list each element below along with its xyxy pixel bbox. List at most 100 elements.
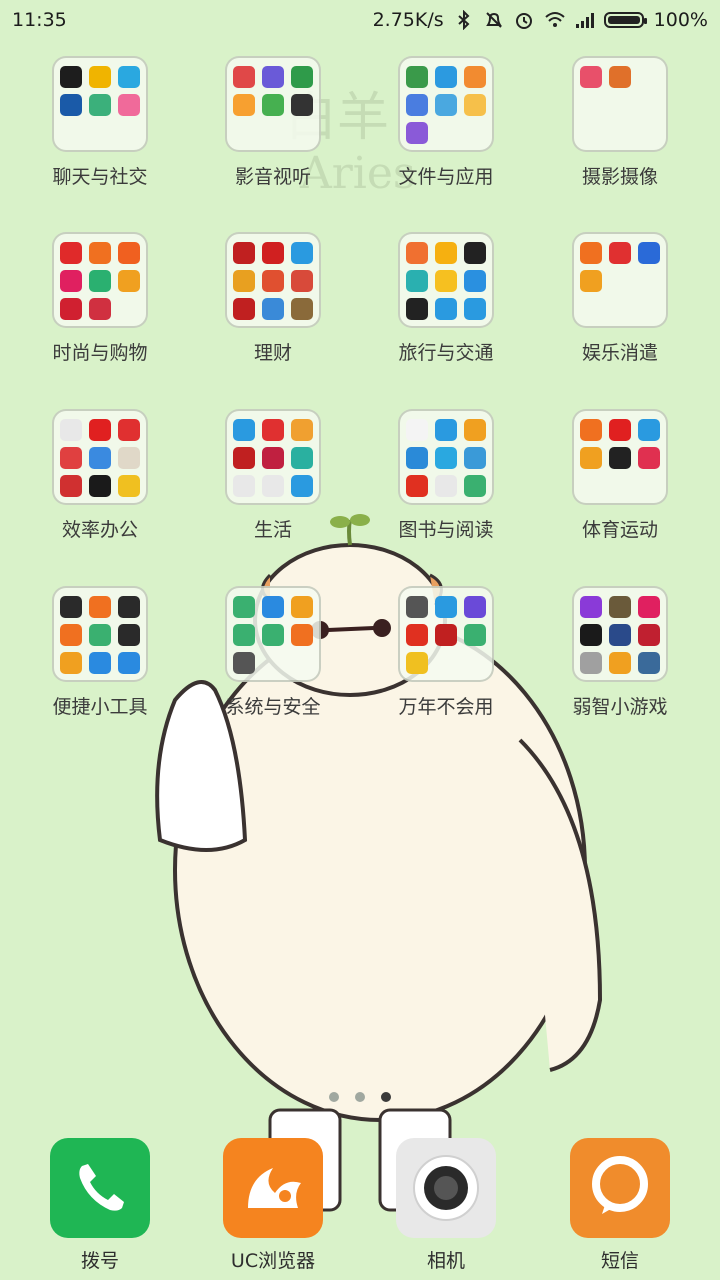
mini-app-icon [60, 298, 82, 320]
folder-preview[interactable] [398, 409, 494, 505]
mini-app-icon [464, 242, 486, 264]
mini-app-icon [89, 624, 111, 646]
folder-preview[interactable] [225, 56, 321, 152]
mini-app-icon [262, 447, 284, 469]
folder-11[interactable]: 体育运动 [533, 409, 707, 559]
folder-4[interactable]: 时尚与购物 [13, 232, 187, 382]
folder-label: 生活 [253, 519, 292, 541]
mini-app-icon [638, 447, 660, 469]
mini-app-icon [435, 447, 457, 469]
mini-app-icon [580, 242, 602, 264]
mini-app-icon [291, 596, 313, 618]
mini-app-icon [60, 624, 82, 646]
mini-app-icon [464, 419, 486, 441]
mini-app-icon [262, 270, 284, 292]
folder-preview[interactable] [572, 409, 668, 505]
mini-app-icon [406, 419, 428, 441]
mini-app-icon [435, 596, 457, 618]
folder-label: 旅行与交通 [398, 342, 494, 364]
folder-label: 理财 [253, 342, 292, 364]
mini-app-icon [60, 652, 82, 674]
dock-uc-browser[interactable]: UC浏览器 [186, 1138, 360, 1273]
mini-app-icon [233, 270, 255, 292]
folder-label: 弱智小游戏 [572, 696, 668, 718]
folder-label: 文件与应用 [398, 166, 494, 188]
mini-app-icon [89, 298, 111, 320]
mini-app-icon [118, 447, 140, 469]
mini-app-icon [406, 242, 428, 264]
battery-icon [603, 12, 647, 28]
folder-preview[interactable] [225, 586, 321, 682]
folder-label: 聊天与社交 [52, 166, 148, 188]
mini-app-icon [435, 298, 457, 320]
dock-camera[interactable]: 相机 [359, 1138, 533, 1273]
folder-9[interactable]: 生活 [186, 409, 360, 559]
mini-app-icon [60, 475, 82, 497]
mini-app-icon [89, 596, 111, 618]
mini-app-icon [89, 419, 111, 441]
mini-app-icon [118, 66, 140, 88]
bluetooth-icon [454, 9, 474, 31]
folder-7[interactable]: 娱乐消遣 [533, 232, 707, 382]
mini-app-icon [233, 419, 255, 441]
folder-preview[interactable] [225, 409, 321, 505]
folder-14[interactable]: 万年不会用 [359, 586, 533, 736]
mini-app-icon [262, 475, 284, 497]
phone-icon[interactable] [50, 1138, 150, 1238]
folder-15[interactable]: 弱智小游戏 [533, 586, 707, 736]
wifi-icon [544, 10, 565, 30]
folder-preview[interactable] [572, 232, 668, 328]
folder-preview[interactable] [572, 56, 668, 152]
uc-browser-icon[interactable] [223, 1138, 323, 1238]
folder-preview[interactable] [225, 232, 321, 328]
mini-app-icon [580, 624, 602, 646]
mini-app-icon [435, 94, 457, 116]
camera-icon[interactable] [396, 1138, 496, 1238]
mini-app-icon [291, 242, 313, 264]
mini-app-icon [60, 270, 82, 292]
mini-app-icon [89, 66, 111, 88]
mini-app-icon [435, 419, 457, 441]
folder-preview[interactable] [398, 586, 494, 682]
dock-label-phone: 拨号 [80, 1250, 119, 1272]
folder-preview[interactable] [52, 232, 148, 328]
folder-3[interactable]: 摄影摄像 [533, 56, 707, 206]
folder-1[interactable]: 影音视听 [186, 56, 360, 206]
dock-phone[interactable]: 拨号 [13, 1138, 187, 1273]
mini-app-icon [464, 475, 486, 497]
folder-13[interactable]: 系统与安全 [186, 586, 360, 736]
status-right: 2.75K/s 100% [373, 9, 708, 31]
mini-app-icon [406, 475, 428, 497]
mini-app-icon [580, 596, 602, 618]
folder-preview[interactable] [572, 586, 668, 682]
folder-6[interactable]: 旅行与交通 [359, 232, 533, 382]
mini-app-icon [233, 475, 255, 497]
mini-app-icon [118, 596, 140, 618]
mini-app-icon [638, 652, 660, 674]
mini-app-icon [406, 270, 428, 292]
folder-preview[interactable] [52, 409, 148, 505]
folder-preview[interactable] [52, 56, 148, 152]
folder-10[interactable]: 图书与阅读 [359, 409, 533, 559]
folder-5[interactable]: 理财 [186, 232, 360, 382]
battery-percent: 100% [653, 9, 708, 31]
mini-app-icon [118, 652, 140, 674]
network-speed: 2.75K/s [372, 9, 444, 31]
page-dot [355, 1092, 365, 1102]
folder-preview[interactable] [52, 586, 148, 682]
mini-app-icon [638, 419, 660, 441]
folder-0[interactable]: 聊天与社交 [13, 56, 187, 206]
folder-2[interactable]: 文件与应用 [359, 56, 533, 206]
mini-app-icon [262, 66, 284, 88]
message-icon[interactable] [570, 1138, 670, 1238]
folder-12[interactable]: 便捷小工具 [13, 586, 187, 736]
mini-app-icon [233, 298, 255, 320]
mini-app-icon [609, 652, 631, 674]
folder-8[interactable]: 效率办公 [13, 409, 187, 559]
folder-preview[interactable] [398, 56, 494, 152]
dock-messages[interactable]: 短信 [533, 1138, 707, 1273]
mini-app-icon [60, 66, 82, 88]
signal-icon [574, 10, 594, 30]
folder-preview[interactable] [398, 232, 494, 328]
mute-icon [484, 10, 504, 30]
